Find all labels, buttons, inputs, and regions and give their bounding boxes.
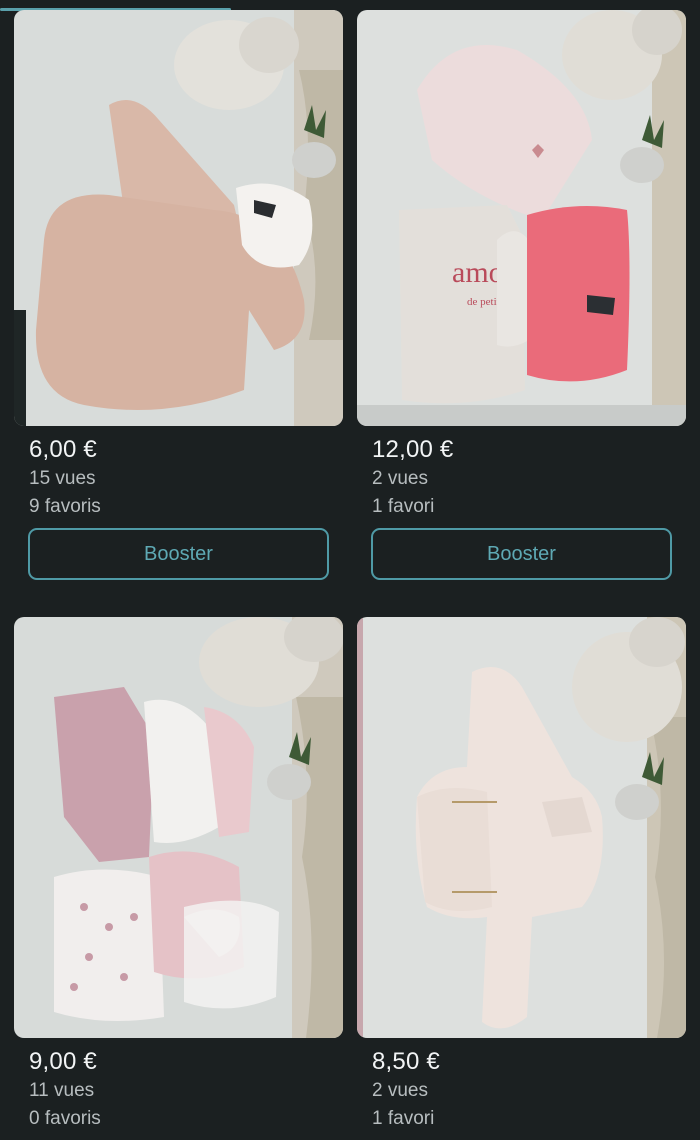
booster-button[interactable]: Booster: [28, 528, 329, 580]
listing-photo[interactable]: amour de petite fille: [357, 10, 686, 426]
listing-photo[interactable]: [14, 617, 343, 1038]
item-price: 9,00 €: [29, 1048, 97, 1075]
item-price: 6,00 €: [29, 436, 97, 463]
item-price: 8,50 €: [372, 1048, 440, 1075]
item-price: 12,00 €: [372, 436, 454, 463]
item-favorites: 0 favoris: [29, 1108, 101, 1129]
item-favorites: 1 favori: [372, 496, 435, 517]
item-views: 2 vues: [372, 1080, 428, 1101]
item-favorites: 1 favori: [372, 1108, 435, 1129]
item-views: 2 vues: [372, 468, 428, 489]
item-views: 15 vues: [29, 468, 96, 489]
booster-button[interactable]: Booster: [371, 528, 672, 580]
listing-photo[interactable]: [14, 10, 343, 426]
listing-photo[interactable]: [357, 617, 686, 1038]
item-views: 11 vues: [29, 1080, 95, 1101]
item-favorites: 9 favoris: [29, 496, 101, 517]
